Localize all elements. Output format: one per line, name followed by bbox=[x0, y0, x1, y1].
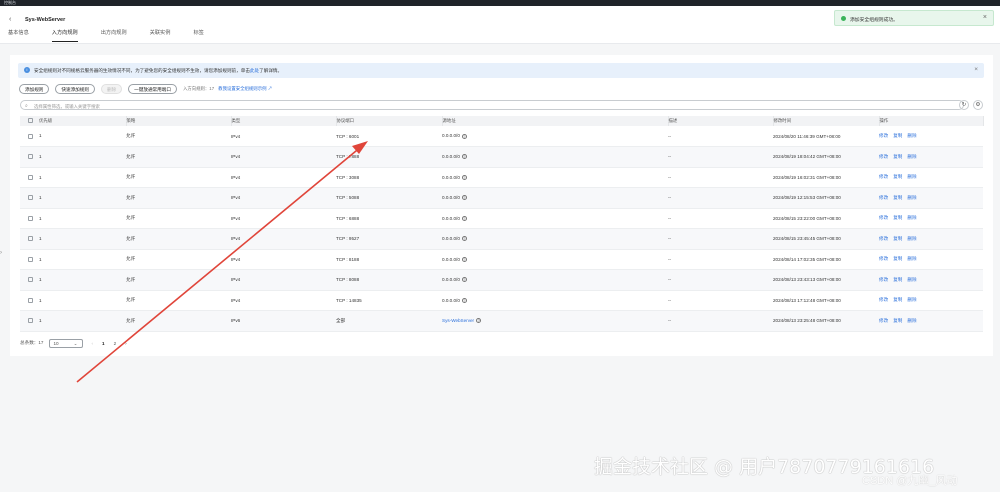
annotation-arrow bbox=[76, 141, 368, 383]
watermark-text-csdn: CSDN @九幽_风动 bbox=[862, 475, 958, 487]
